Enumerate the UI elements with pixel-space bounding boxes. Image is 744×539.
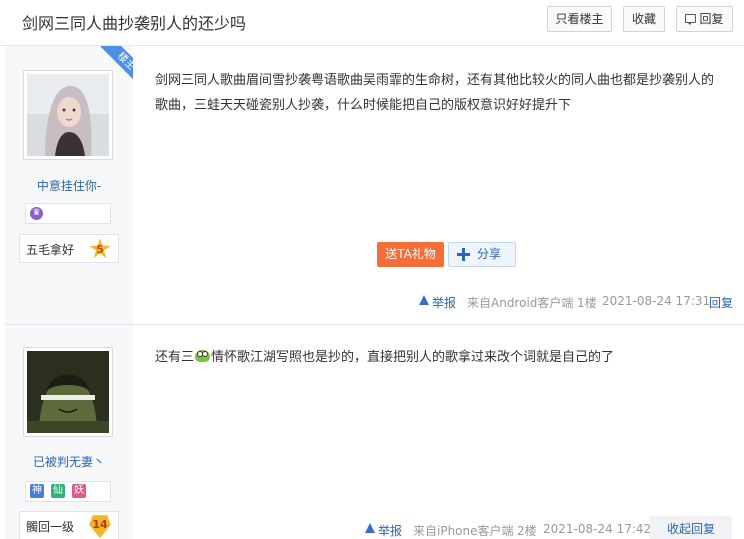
post-time: 2021-08-24 17:31 <box>602 294 711 308</box>
post-time: 2021-08-24 17:42 <box>543 522 652 536</box>
report-label: 举报 <box>432 296 457 310</box>
author-sidebar: 已被判无妻丶 神 仙 妖 髑回一级 14 <box>5 325 133 539</box>
share-icon <box>457 248 470 261</box>
favorite-button[interactable]: 收藏 <box>623 6 665 32</box>
level-star-icon: 5 <box>89 238 111 259</box>
post-content: 剑网三同人歌曲眉间雪抄袭粤语歌曲吴雨霏的生命树，还有其他比较火的同人曲也都是抄袭… <box>155 73 715 113</box>
thread-header: 剑网三同人曲抄袭别人的还少吗 只看楼主 收藏 回复 <box>0 0 744 46</box>
collapse-replies-button[interactable]: 收起回复 <box>650 516 732 539</box>
only-op-button[interactable]: 只看楼主 <box>547 6 612 32</box>
badge-bar: 神 仙 妖 <box>25 481 111 502</box>
reply-button-label: 回复 <box>699 12 724 26</box>
warning-icon <box>365 523 375 533</box>
tag-shen: 神 <box>30 484 44 498</box>
post-floor-1: 楼主 中意挂住你- ♛ 五毛拿好 5 剑网三同人歌曲眉间雪抄袭粤语歌曲吴雨霏的生… <box>5 46 744 324</box>
level-shield-icon: 14 <box>89 515 111 538</box>
reply-button[interactable]: 回复 <box>676 6 733 32</box>
avatar[interactable] <box>23 70 113 160</box>
badge-bar: ♛ <box>25 203 111 224</box>
author-sidebar: 楼主 中意挂住你- ♛ 五毛拿好 5 <box>5 46 133 324</box>
user-level[interactable]: 五毛拿好 5 <box>19 234 119 263</box>
avatar[interactable] <box>23 347 113 437</box>
post-tail: 举报 来自Android客户端 1楼 2021-08-24 17:31 回复 <box>419 294 739 310</box>
tag-yao: 妖 <box>72 484 86 498</box>
post-source: 来自iPhone客户端 <box>413 524 514 538</box>
username[interactable]: 已被判无妻丶 <box>5 453 133 470</box>
send-gift-button[interactable]: 送TA礼物 <box>377 242 444 267</box>
post-floor-2: 已被判无妻丶 神 仙 妖 髑回一级 14 还有三 情怀歌江湖写照也是抄的，直接把别… <box>5 324 744 539</box>
level-name: 髑回一级 <box>26 520 75 534</box>
reply-link[interactable]: 回复 <box>709 294 733 311</box>
user-level[interactable]: 髑回一级 14 <box>19 511 119 539</box>
report-label: 举报 <box>378 524 403 538</box>
tag-xian: 仙 <box>51 484 65 498</box>
floor-number: 1楼 <box>577 296 597 310</box>
avatar-image <box>27 351 109 433</box>
post-tail: 举报 来自iPhone客户端 2楼 2021-08-24 17:42 <box>365 522 651 539</box>
member-icon: ♛ <box>30 207 43 220</box>
reply-icon <box>685 14 696 25</box>
share-label: 分享 <box>477 247 502 261</box>
thread-title: 剑网三同人曲抄袭别人的还少吗 <box>22 14 247 33</box>
report-link[interactable]: 举报 <box>419 294 456 311</box>
post-source: 来自Android客户端 <box>467 296 574 310</box>
avatar-image <box>27 74 109 156</box>
floor-number: 2楼 <box>517 524 537 538</box>
content-text-before: 还有三 <box>155 350 195 365</box>
username[interactable]: 中意挂住你- <box>5 177 133 194</box>
frog-icon <box>195 350 211 362</box>
post-content: 还有三 情怀歌江湖写照也是抄的，直接把别人的歌拿过来改个词就是自己的了 <box>155 345 725 370</box>
report-link[interactable]: 举报 <box>365 522 402 539</box>
level-name: 五毛拿好 <box>26 243 75 257</box>
content-text-after: 情怀歌江湖写照也是抄的，直接把别人的歌拿过来改个词就是自己的了 <box>211 350 615 365</box>
warning-icon <box>419 295 429 305</box>
share-button[interactable]: 分享 <box>448 242 516 267</box>
